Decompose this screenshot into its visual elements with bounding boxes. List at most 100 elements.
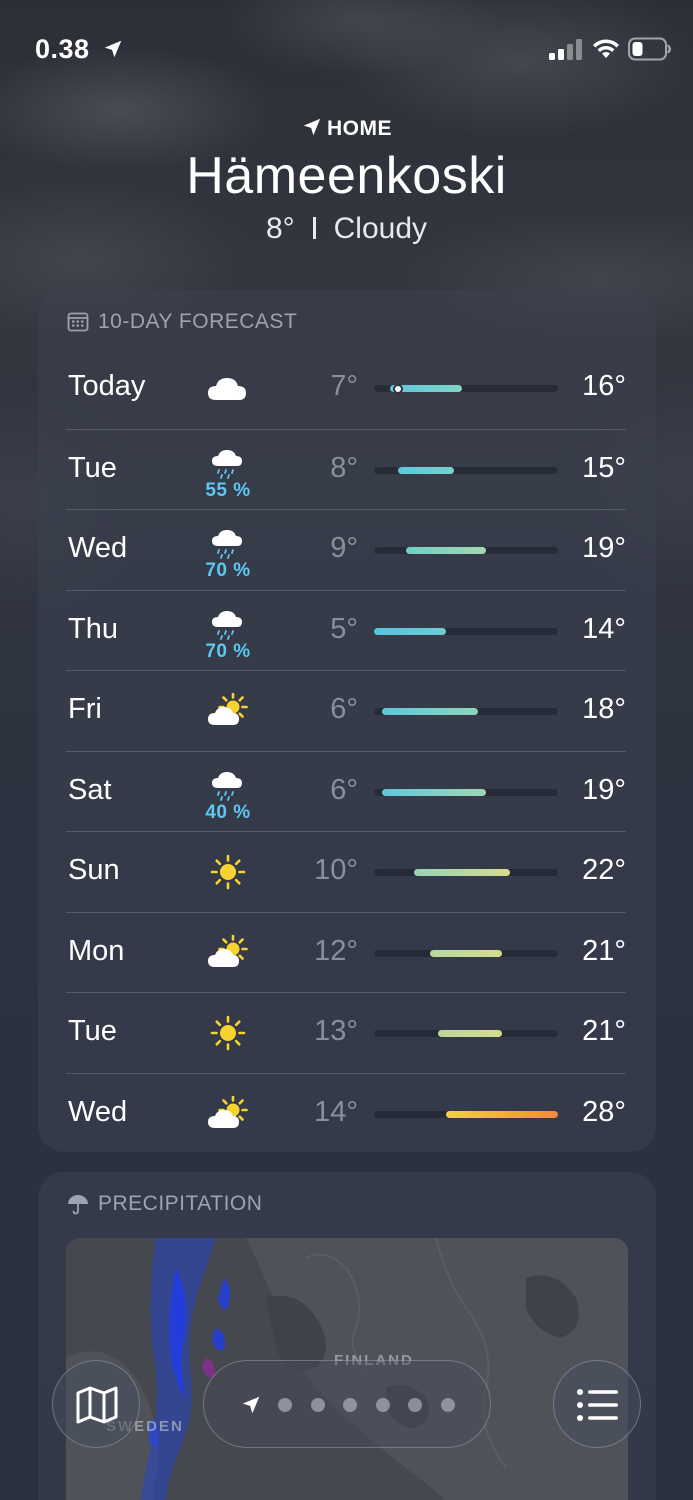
forecast-row[interactable]: Sat 40 % 6° 19° [66,750,626,832]
low-temp: 13° [314,1015,358,1047]
temp-range-bar [406,547,486,554]
high-temp: 14° [582,612,626,645]
forecast-day: Wed [68,532,128,564]
temp-range-track [374,708,558,715]
low-temp: 10° [314,854,358,886]
cloud-rain-icon [206,605,250,641]
low-temp: 6° [330,693,358,725]
forecast-day: Thu [68,612,118,645]
city-name: Hämeenkoski [186,147,507,205]
list-icon [577,1389,618,1421]
forecast-day: Fri [68,693,102,725]
page-dot[interactable] [343,1398,357,1412]
temp-range-bar [382,788,486,796]
low-temp: 6° [330,773,358,806]
forecast-row[interactable]: Tue 13° 21° [66,992,626,1073]
partly-sunny-icon [206,933,250,971]
status-time: 0.38 [35,34,90,64]
precipitation-header: PRECIPITATION [66,1192,262,1216]
divider [312,217,316,239]
temp-range-bar [430,949,502,957]
page-indicator[interactable] [203,1360,491,1448]
forecast-row[interactable]: Mon 12° 21° [66,911,626,993]
page-dot[interactable] [310,1398,325,1412]
high-temp: 16° [582,370,626,402]
location-arrow-icon [242,1396,260,1414]
low-temp: 7° [330,370,358,402]
forecast-row[interactable]: Tue 55 % 8° 15° [66,428,626,510]
forecast-row[interactable]: Fri 6° 18° [66,670,626,751]
page-dot[interactable] [440,1398,455,1412]
forecast-row[interactable]: Wed 70 % 9° 19° [66,509,626,590]
location-label: HOME [327,117,392,140]
temp-range-bar [414,869,510,876]
cloud-rain-icon [206,766,250,802]
high-temp: 19° [582,773,626,806]
temp-range-track [374,869,558,876]
location-list-button[interactable] [553,1360,641,1448]
calendar-icon [67,312,89,332]
wifi-icon [593,39,619,58]
temp-range-track [374,383,558,394]
low-temp: 14° [314,1095,358,1128]
current-temp-marker [393,383,403,394]
forecast-day: Today [68,370,146,402]
forecast-day: Wed [68,1095,128,1128]
forecast-row[interactable]: Thu 70 % 5° 14° [66,589,626,671]
temp-range-track [374,547,558,554]
temp-range-bar [374,627,446,635]
forecast-day: Tue [68,1015,117,1047]
page-dot[interactable] [408,1398,422,1412]
forecast-day: Sat [68,773,112,806]
temp-range-track [374,949,558,957]
temp-range-track [374,1030,558,1037]
forecast-day: Mon [68,934,125,967]
location-arrow-icon [104,40,122,58]
forecast-title: 10-DAY FORECAST [98,310,298,333]
precip-chance: 40 % [205,801,251,823]
partly-sunny-icon [206,1094,250,1132]
precipitation-title: PRECIPITATION [98,1192,263,1215]
partly-sunny-icon [206,692,250,729]
low-temp: 9° [330,532,358,564]
forecast-row[interactable]: Today 7° 16° [66,348,626,429]
precip-chance: 70 % [205,560,251,581]
page-dot[interactable] [375,1398,390,1412]
location-tag: HOME [0,116,693,141]
battery-icon [628,37,671,61]
low-temp: 8° [330,451,358,484]
precipitation-card[interactable]: PRECIPITATION FINLAND SWEDEN [38,1172,656,1500]
current-condition: Cloudy [333,212,428,245]
low-temp: 5° [330,612,358,645]
page-dot[interactable] [278,1398,292,1412]
high-temp: 28° [582,1095,626,1128]
temp-range-bar [438,1030,502,1037]
forecast-rows: Today 7° 16° Tue 55 % 8° 15° Wed 70 % 9°… [66,348,626,1153]
precip-chance: 55 % [205,479,251,501]
current-conditions: 8° Cloudy [0,212,693,246]
umbrella-icon [68,1195,88,1215]
forecast-card[interactable]: 10-DAY FORECAST Today 7° 16° Tue 55 % 8°… [38,290,656,1152]
low-temp: 12° [314,934,358,967]
temp-range-track [374,466,558,474]
forecast-day: Tue [68,451,117,484]
map-icon [76,1386,118,1424]
sun-icon [206,854,250,890]
cloud-rain-icon [206,444,250,480]
temp-range-track [374,1110,558,1118]
map-button[interactable] [52,1360,140,1448]
cloud-icon [206,370,250,406]
temp-range-bar [398,466,454,474]
cellular-signal-icon [549,39,582,60]
forecast-row[interactable]: Sun 10° 22° [66,831,626,912]
temp-range-bar [382,708,478,715]
current-temperature: 8° [265,212,295,245]
high-temp: 21° [582,934,626,967]
high-temp: 22° [582,854,626,886]
temp-range-track [374,788,558,796]
location-arrow-icon [303,118,321,136]
high-temp: 21° [582,1015,626,1047]
status-bar: 0.38 [0,0,693,100]
precip-chance: 70 % [205,640,251,662]
forecast-row[interactable]: Wed 14° 28° [66,1072,626,1154]
